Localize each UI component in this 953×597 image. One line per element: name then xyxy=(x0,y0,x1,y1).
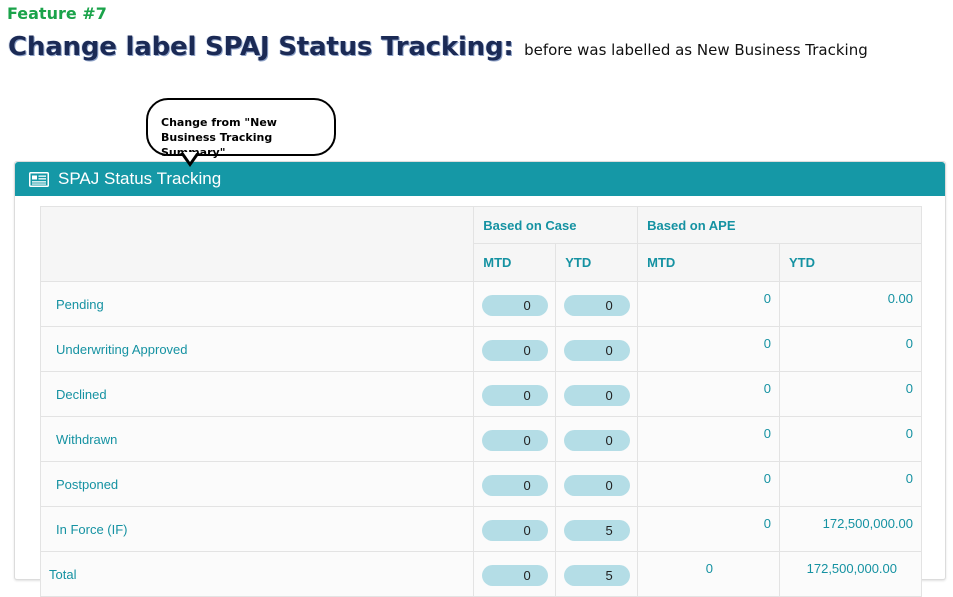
ape-ytd-value: 172,500,000.00 xyxy=(779,506,922,552)
newspaper-icon xyxy=(29,171,49,187)
ape-mtd-value: 0 xyxy=(637,371,780,417)
ape-ytd-value: 0 xyxy=(779,371,922,417)
ape-mtd-value: 0 xyxy=(637,506,780,552)
case-mtd-badge[interactable]: 0 xyxy=(481,430,548,451)
ape-mtd-value: 0 xyxy=(637,281,780,327)
case-mtd-badge[interactable]: 0 xyxy=(481,385,548,406)
case-ytd-badge[interactable]: 0 xyxy=(563,475,630,496)
header-case-ytd: YTD xyxy=(555,243,639,282)
total-label: Total xyxy=(39,551,475,597)
row-label[interactable]: Pending xyxy=(39,281,475,327)
case-ytd-badge[interactable]: 0 xyxy=(563,430,630,451)
case-mtd-badge[interactable]: 0 xyxy=(481,295,548,316)
heading-subtitle: before was labelled as New Business Trac… xyxy=(524,41,868,59)
total-case-mtd-badge[interactable]: 0 xyxy=(481,565,548,586)
heading-title: Change label SPAJ Status Tracking: xyxy=(8,32,514,62)
case-ytd-badge[interactable]: 0 xyxy=(563,385,630,406)
header-ape-ytd: YTD xyxy=(779,243,922,282)
case-ytd-badge[interactable]: 0 xyxy=(563,340,630,361)
heading-row: Change label SPAJ Status Tracking: befor… xyxy=(8,32,868,62)
row-label[interactable]: Postponed xyxy=(39,461,475,507)
tracking-table: Based on Case Based on APE MTD YTD MTD Y… xyxy=(39,206,922,597)
case-ytd-badge[interactable]: 0 xyxy=(563,295,630,316)
header-ape-mtd: MTD xyxy=(637,243,780,282)
table-row: Postponed 0 0 0 0 xyxy=(39,461,922,507)
row-label[interactable]: Withdrawn xyxy=(39,416,475,462)
case-mtd-badge[interactable]: 0 xyxy=(481,340,548,361)
panel-title: SPAJ Status Tracking xyxy=(58,169,222,188)
total-ape-ytd-value: 172,500,000.00 xyxy=(779,551,922,597)
ape-mtd-value: 0 xyxy=(637,326,780,372)
table-row: Withdrawn 0 0 0 0 xyxy=(39,416,922,462)
callout-bubble: Change from "New Business Tracking Summa… xyxy=(146,98,336,159)
ape-ytd-value: 0 xyxy=(779,416,922,462)
ape-mtd-value: 0 xyxy=(637,461,780,507)
header-case-mtd: MTD xyxy=(473,243,557,282)
callout-tail-inner xyxy=(183,152,197,162)
table-row: In Force (IF) 0 5 0 172,500,000.00 xyxy=(39,506,922,552)
table-row: Declined 0 0 0 0 xyxy=(39,371,922,417)
ape-ytd-value: 0 xyxy=(779,326,922,372)
row-label[interactable]: Declined xyxy=(39,371,475,417)
panel-header: SPAJ Status Tracking xyxy=(15,162,945,196)
feature-label: Feature #7 xyxy=(7,4,107,23)
row-label[interactable]: Underwriting Approved xyxy=(39,326,475,372)
total-case-ytd-badge[interactable]: 5 xyxy=(563,565,630,586)
row-label[interactable]: In Force (IF) xyxy=(39,506,475,552)
header-based-on-ape: Based on APE xyxy=(637,206,922,244)
ape-mtd-value: 0 xyxy=(637,416,780,462)
total-row: Total 0 5 0 172,500,000.00 xyxy=(39,551,922,597)
table-row: Underwriting Approved 0 0 0 0 xyxy=(39,326,922,372)
callout-text: Change from "New Business Tracking Summa… xyxy=(161,116,277,159)
table-row: Pending 0 0 0 0.00 xyxy=(39,281,922,327)
ape-ytd-value: 0.00 xyxy=(779,281,922,327)
header-blank-cell xyxy=(39,206,475,282)
spaj-status-panel: SPAJ Status Tracking Based on Case Based… xyxy=(14,161,946,597)
header-based-on-case: Based on Case xyxy=(473,206,639,244)
case-mtd-badge[interactable]: 0 xyxy=(481,475,548,496)
case-ytd-badge[interactable]: 5 xyxy=(563,520,630,541)
total-ape-mtd-value: 0 xyxy=(637,551,780,597)
case-mtd-badge[interactable]: 0 xyxy=(481,520,548,541)
ape-ytd-value: 0 xyxy=(779,461,922,507)
